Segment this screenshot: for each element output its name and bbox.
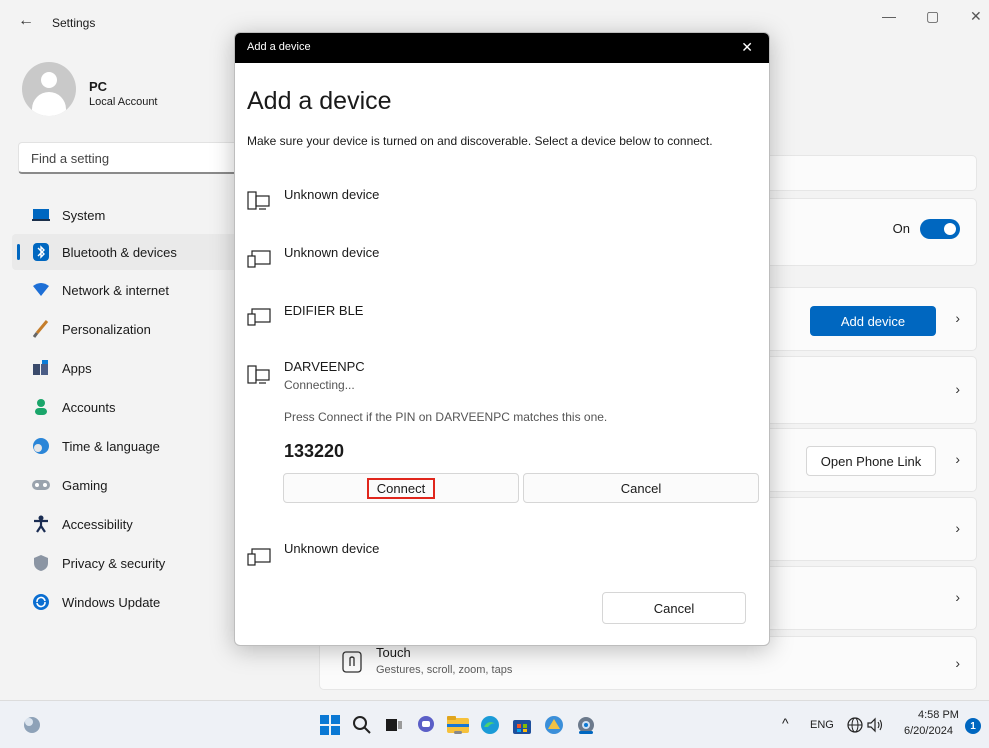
sidebar-item-accessibility[interactable]: Accessibility bbox=[12, 506, 252, 542]
sidebar-item-label: Personalization bbox=[62, 321, 151, 337]
sidebar-item-label: Bluetooth & devices bbox=[62, 244, 177, 260]
profile-account-type: Local Account bbox=[89, 96, 158, 108]
close-icon[interactable]: ✕ bbox=[970, 8, 982, 25]
sidebar-item-time-language[interactable]: Time & language bbox=[12, 428, 252, 464]
search-icon[interactable] bbox=[350, 713, 374, 737]
device-status: Connecting... bbox=[284, 378, 355, 392]
maximize-icon[interactable]: ▢ bbox=[926, 8, 939, 25]
show-hidden-icons-chevron[interactable]: ^ bbox=[782, 715, 789, 731]
chevron-right-icon[interactable]: › bbox=[955, 589, 960, 605]
sidebar-item-label: Apps bbox=[62, 360, 92, 376]
touch-subtitle: Gestures, scroll, zoom, taps bbox=[376, 664, 513, 676]
pin-message: Press Connect if the PIN on DARVEENPC ma… bbox=[284, 410, 608, 424]
generic-device-icon bbox=[247, 307, 271, 327]
touch-title: Touch bbox=[376, 645, 411, 660]
sidebar-item-privacy[interactable]: Privacy & security bbox=[12, 545, 252, 581]
maps-icon[interactable] bbox=[542, 713, 566, 737]
connect-button[interactable]: Connect bbox=[283, 473, 519, 503]
chevron-right-icon[interactable]: › bbox=[955, 520, 960, 536]
store-icon[interactable] bbox=[510, 713, 534, 737]
clock-date[interactable]: 6/20/2024 bbox=[904, 725, 953, 737]
brush-icon bbox=[32, 320, 50, 338]
chevron-right-icon[interactable]: › bbox=[955, 655, 960, 671]
device-name[interactable]: EDIFIER BLE bbox=[284, 303, 363, 318]
generic-device-icon bbox=[247, 249, 271, 269]
sidebar-item-gaming[interactable]: Gaming bbox=[12, 467, 252, 503]
add-device-dialog: Add a device ✕ Add a device Make sure yo… bbox=[234, 32, 770, 646]
chevron-right-icon[interactable]: › bbox=[955, 310, 960, 326]
sidebar-item-label: Windows Update bbox=[62, 594, 161, 610]
dialog-bar-title: Add a device bbox=[247, 41, 311, 53]
profile-name: PC bbox=[89, 79, 108, 94]
task-view-icon[interactable] bbox=[382, 713, 406, 737]
app-title: Settings bbox=[52, 16, 96, 30]
close-icon[interactable]: ✕ bbox=[741, 39, 753, 56]
open-phone-link-button[interactable]: Open Phone Link bbox=[806, 446, 936, 476]
cancel-button[interactable]: Cancel bbox=[602, 592, 746, 624]
language-indicator[interactable]: ENG bbox=[810, 719, 834, 731]
sidebar-item-label: Accounts bbox=[62, 399, 116, 415]
accessibility-icon bbox=[32, 515, 50, 533]
active-indicator bbox=[17, 244, 20, 260]
clock-time[interactable]: 4:58 PM bbox=[918, 709, 959, 721]
sidebar-item-label: Accessibility bbox=[62, 516, 133, 532]
globe-clock-icon bbox=[32, 437, 50, 455]
system-icon bbox=[32, 206, 50, 224]
touch-icon bbox=[342, 651, 362, 676]
sidebar-item-system[interactable]: System bbox=[12, 197, 252, 233]
update-icon bbox=[32, 593, 50, 611]
sidebar-item-bluetooth[interactable]: Bluetooth & devices bbox=[12, 234, 252, 270]
sidebar-item-label: Gaming bbox=[62, 477, 108, 493]
weather-icon[interactable] bbox=[20, 713, 44, 737]
cancel-pairing-button[interactable]: Cancel bbox=[523, 473, 759, 503]
edge-icon[interactable] bbox=[478, 713, 502, 737]
toggle-state-label: On bbox=[892, 221, 910, 236]
sidebar-item-network[interactable]: Network & internet bbox=[12, 272, 252, 308]
start-icon[interactable] bbox=[318, 713, 342, 737]
dialog-heading: Add a device bbox=[247, 87, 392, 115]
avatar[interactable] bbox=[22, 62, 76, 116]
controller-icon bbox=[32, 476, 50, 494]
volume-icon[interactable] bbox=[866, 716, 884, 734]
device-name[interactable]: Unknown device bbox=[284, 541, 379, 556]
pin-code: 133220 bbox=[284, 441, 345, 461]
chat-icon[interactable] bbox=[414, 713, 438, 737]
file-explorer-icon[interactable] bbox=[446, 713, 470, 737]
sidebar-item-accounts[interactable]: Accounts bbox=[12, 389, 252, 425]
network-globe-icon[interactable] bbox=[846, 716, 864, 734]
person-icon bbox=[32, 398, 50, 416]
sidebar-item-label: Network & internet bbox=[62, 282, 169, 298]
minimize-icon[interactable]: — bbox=[882, 8, 896, 24]
notification-badge[interactable]: 1 bbox=[965, 718, 981, 734]
computer-icon bbox=[247, 365, 271, 385]
add-device-button[interactable]: Add device bbox=[810, 306, 936, 336]
computer-icon bbox=[247, 191, 271, 211]
device-name[interactable]: DARVEENPC bbox=[284, 359, 365, 374]
dialog-description: Make sure your device is turned on and d… bbox=[247, 134, 713, 148]
generic-device-icon bbox=[247, 547, 271, 567]
bluetooth-toggle[interactable] bbox=[920, 219, 960, 239]
sidebar-item-label: Privacy & security bbox=[62, 555, 166, 571]
chevron-right-icon[interactable]: › bbox=[955, 451, 960, 467]
back-arrow-icon[interactable]: ← bbox=[18, 12, 34, 30]
sidebar-item-personalization[interactable]: Personalization bbox=[12, 311, 252, 347]
dialog-title-bar: Add a device ✕ bbox=[235, 33, 769, 63]
sidebar-item-apps[interactable]: Apps bbox=[12, 350, 252, 386]
connect-button-label: Connect bbox=[366, 477, 436, 499]
shield-icon bbox=[32, 554, 50, 572]
bluetooth-icon bbox=[32, 243, 50, 261]
chevron-right-icon[interactable]: › bbox=[955, 381, 960, 397]
settings-gear-icon[interactable] bbox=[574, 713, 598, 737]
sidebar-item-windows-update[interactable]: Windows Update bbox=[12, 584, 252, 620]
device-name[interactable]: Unknown device bbox=[284, 245, 379, 260]
sidebar-item-label: Time & language bbox=[62, 438, 160, 454]
device-name[interactable]: Unknown device bbox=[284, 187, 379, 202]
sidebar-item-label: System bbox=[62, 207, 106, 223]
search-input[interactable]: Find a setting bbox=[18, 142, 248, 174]
apps-icon bbox=[32, 359, 50, 377]
taskbar: ^ ENG 4:58 PM 6/20/2024 1 bbox=[0, 700, 989, 748]
network-icon bbox=[32, 281, 50, 299]
